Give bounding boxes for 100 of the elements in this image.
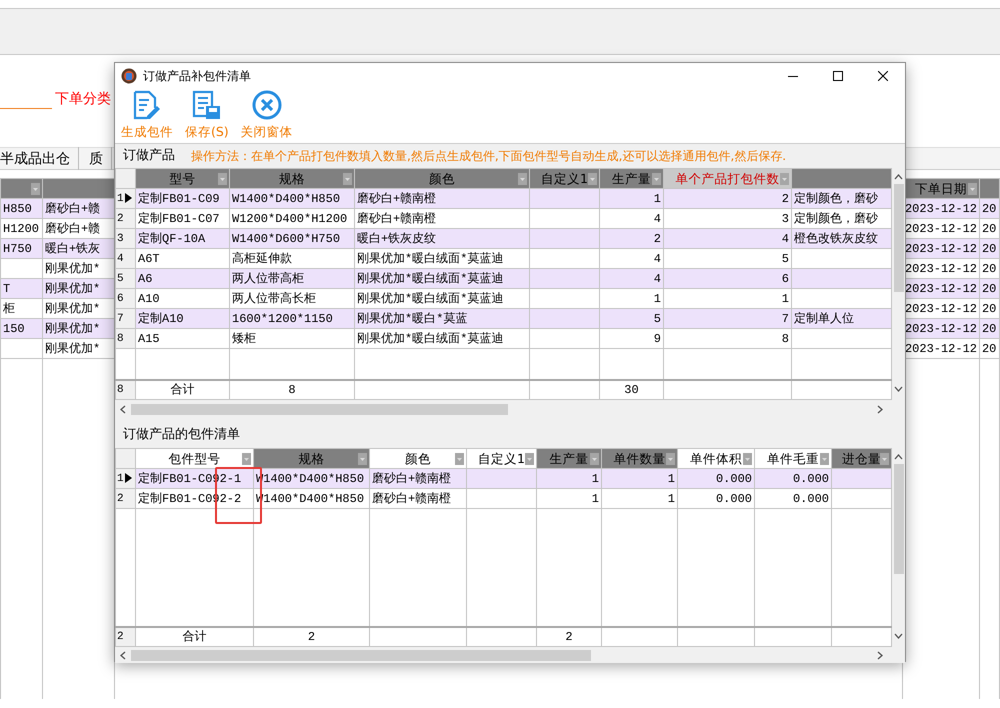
row-header[interactable]: 1 [116, 468, 136, 488]
column-header[interactable]: 规格 [230, 168, 354, 188]
scroll-up-icon[interactable] [894, 454, 903, 460]
table-cell: 1 [536, 468, 602, 488]
table-cell: 2 [116, 626, 136, 646]
dropdown-icon[interactable] [590, 453, 599, 465]
column-header[interactable]: 进仓量 [832, 448, 892, 468]
dropdown-icon[interactable] [880, 453, 889, 465]
table-cell: 橙色改铁灰皮纹 [792, 228, 892, 248]
dropdown-icon[interactable] [455, 453, 464, 465]
dropdown-icon[interactable] [525, 453, 534, 465]
dropdown-icon[interactable] [30, 183, 40, 195]
scrollbar-thumb[interactable] [131, 650, 591, 660]
button-label: 关闭窗体 [240, 124, 293, 139]
table-cell: 0.000 [754, 488, 832, 508]
table-cell: W1400*D400*H850 [230, 188, 354, 208]
column-label: 进仓量 [842, 450, 881, 466]
column-label: 颜色 [405, 450, 431, 466]
table-cell: 20 [979, 198, 1000, 218]
row-header[interactable]: 3 [116, 228, 136, 248]
column-header[interactable]: 颜色 [370, 448, 466, 468]
dropdown-icon[interactable] [820, 453, 829, 465]
column-header[interactable]: 生产量 [600, 168, 664, 188]
dropdown-icon[interactable] [968, 183, 977, 195]
table-cell: 两人位带高柜 [230, 268, 354, 288]
scrollbar-thumb[interactable] [894, 464, 904, 574]
table-cell: 5 [600, 308, 664, 328]
row-header[interactable]: 4 [116, 248, 136, 268]
row-number: 6 [117, 292, 124, 304]
scroll-left-icon[interactable] [120, 404, 126, 414]
dropdown-icon[interactable] [666, 453, 675, 465]
column-label: 生产量 [550, 450, 588, 466]
scroll-right-icon[interactable] [877, 650, 883, 660]
row-number: 3 [117, 232, 124, 244]
scroll-down-icon[interactable] [894, 633, 903, 639]
column-header[interactable] [979, 178, 1000, 198]
table-cell: 定制A10 [136, 308, 230, 328]
column-header[interactable]: 单件数量 [602, 448, 678, 468]
row-header[interactable]: 6 [116, 288, 136, 308]
column-header[interactable]: 单件体积 [678, 448, 754, 468]
scroll-up-icon[interactable] [894, 174, 903, 180]
column-header[interactable]: 单件毛重 [754, 448, 832, 468]
row-number: 8 [117, 332, 124, 344]
dropdown-icon[interactable] [358, 453, 367, 465]
table-cell: 定制FB01-C09 [136, 188, 230, 208]
column-label: 单件体积 [690, 450, 742, 466]
table-cell: 6 [664, 268, 792, 288]
scrollbar-thumb[interactable] [131, 404, 508, 414]
table-cell: 刚果优加*暖白*莫蓝 [354, 308, 530, 328]
instruction-text: 操作方法：在单个产品打包件数填入数量,然后点生成包件,下面包件型号自动生成,还可以选择通用包件,然后保存. [191, 148, 786, 164]
table-cell: 刚果优加*暖白绒面*莫蓝迪 [354, 328, 530, 348]
table-cell: 1 [602, 488, 678, 508]
dropdown-icon[interactable] [588, 173, 597, 185]
column-header[interactable]: 规格 [254, 448, 370, 468]
section-title: 订做产品的包件清单 [123, 426, 240, 444]
tab[interactable]: 半成品出仓 [0, 147, 79, 170]
column-header[interactable]: 型号 [136, 168, 230, 188]
scroll-right-icon[interactable] [877, 404, 883, 414]
dropdown-icon[interactable] [343, 173, 352, 185]
column-label: 规格 [279, 170, 305, 186]
column-label: 颜色 [429, 170, 455, 186]
column-header[interactable]: 包件型号 [136, 448, 254, 468]
dropdown-icon[interactable] [218, 173, 227, 185]
dropdown-icon[interactable] [242, 453, 251, 465]
row-number: 1 [117, 192, 124, 204]
document-pencil-icon [131, 89, 163, 121]
column-header[interactable]: 颜色 [354, 168, 530, 188]
horizontal-scrollbar[interactable] [115, 400, 905, 418]
table-cell: 磨砂白+赣南橙 [354, 188, 530, 208]
table-cell: 20 [979, 238, 1000, 258]
app-icon [121, 68, 137, 84]
dropdown-icon[interactable] [652, 173, 661, 185]
column-header[interactable]: 自定义1 [530, 168, 600, 188]
dropdown-icon[interactable] [743, 453, 752, 465]
horizontal-scrollbar[interactable] [115, 647, 905, 663]
table-cell: 磨砂白+赣南橙 [370, 468, 466, 488]
row-header[interactable]: 2 [116, 488, 136, 508]
column-header[interactable] [0, 178, 42, 198]
scrollbar-thumb[interactable] [894, 184, 904, 292]
scroll-left-icon[interactable] [120, 650, 126, 660]
column-header[interactable]: 生产量 [536, 448, 602, 468]
column-header[interactable] [42, 178, 114, 198]
row-header[interactable]: 2 [116, 208, 136, 228]
row-header[interactable]: 1 [116, 188, 136, 208]
table-cell: 8 [116, 380, 136, 400]
table-cell: 9 [600, 328, 664, 348]
row-header[interactable]: 8 [116, 328, 136, 348]
table-cell: 定制颜色，磨砂 [792, 188, 892, 208]
scroll-down-icon[interactable] [894, 386, 903, 392]
table-cell: 1 [536, 488, 602, 508]
column-label: 包件型号 [168, 450, 220, 466]
row-header[interactable]: 7 [116, 308, 136, 328]
table-cell: A15 [136, 328, 230, 348]
column-header[interactable]: 自定义1 [466, 448, 536, 468]
row-header[interactable]: 5 [116, 268, 136, 288]
table-cell: 150 [0, 318, 42, 338]
tab[interactable]: 质 [89, 147, 112, 170]
dropdown-icon[interactable] [780, 173, 789, 185]
dropdown-icon[interactable] [518, 173, 527, 185]
table-cell: H750 [0, 238, 42, 258]
